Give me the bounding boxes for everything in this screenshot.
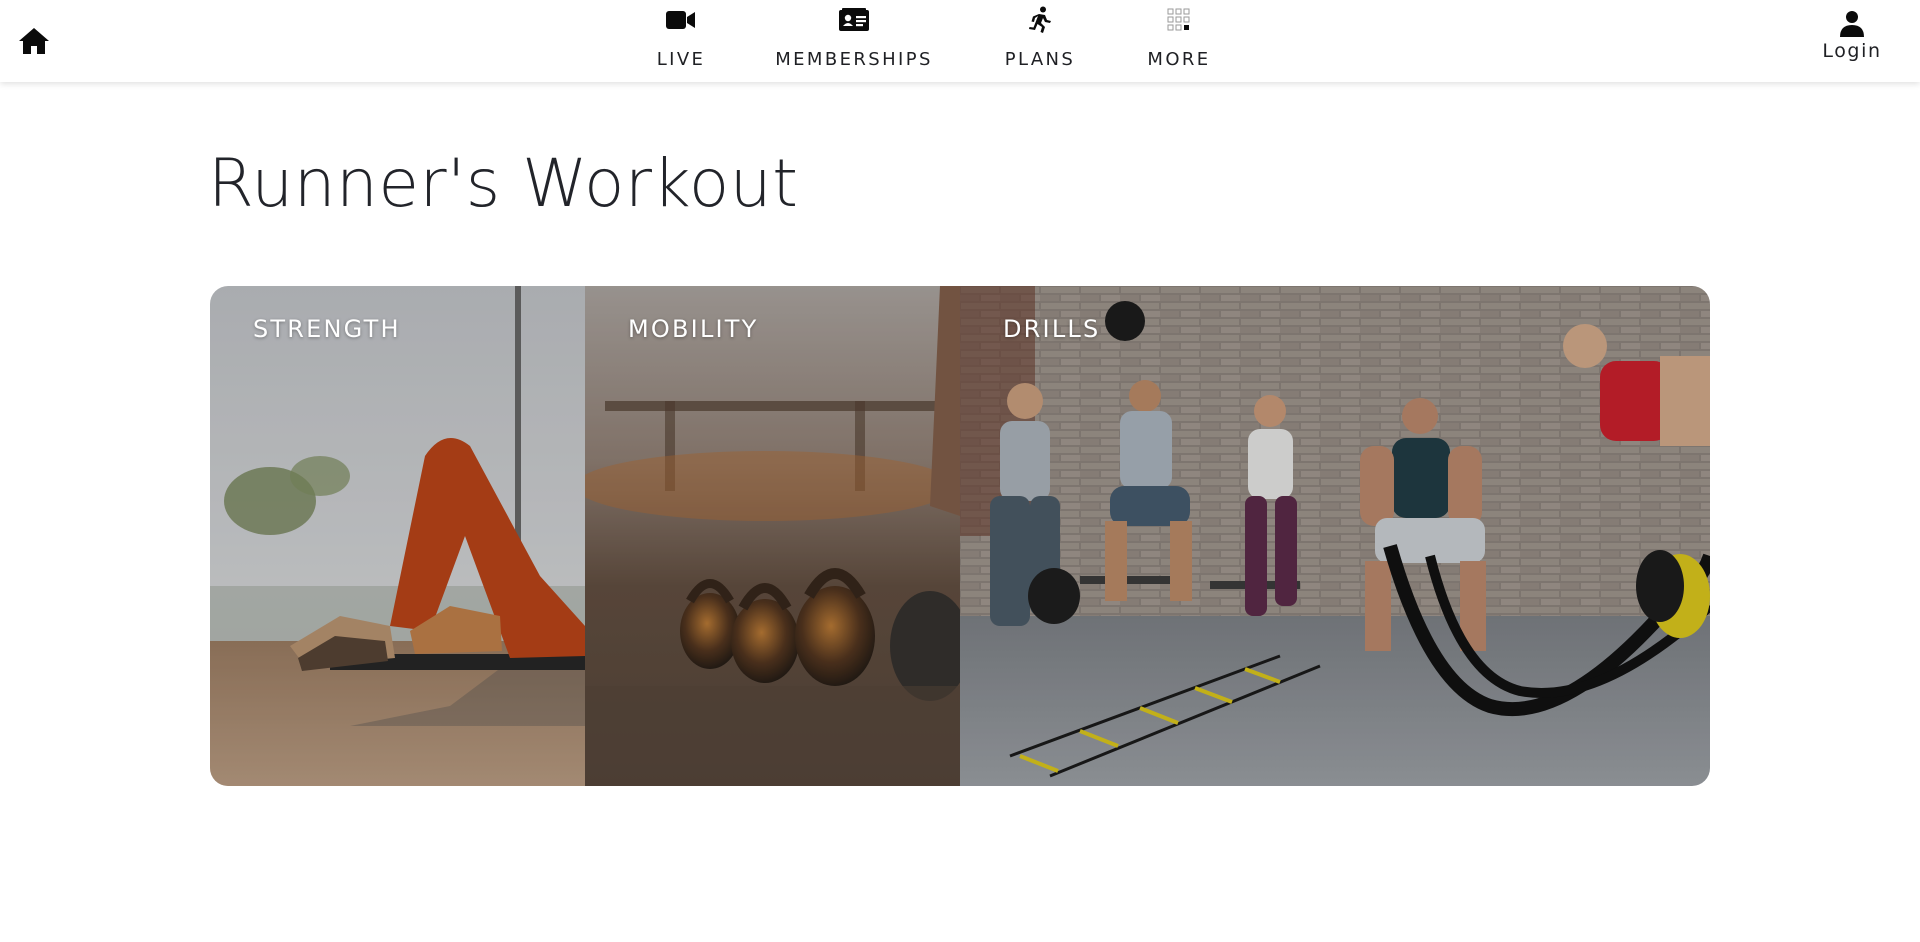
nav-item-more[interactable]: MORE (1142, 6, 1216, 72)
nav-item-plans[interactable]: PLANS (1001, 6, 1079, 72)
grid-icon (1167, 6, 1191, 34)
video-camera-icon (666, 6, 696, 34)
main-nav: LIVE MEMBERSHIPS PLANS MORE (0, 0, 1920, 82)
nav-item-memberships[interactable]: MEMBERSHIPS (771, 6, 937, 72)
card-label-mobility: MOBILITY (628, 315, 759, 343)
login-label: Login (1822, 40, 1882, 62)
card-label-strength: STRENGTH (253, 315, 401, 343)
id-card-icon (839, 6, 869, 34)
nav-label-more: MORE (1147, 49, 1211, 70)
login-button[interactable]: Login (1804, 10, 1900, 70)
nav-label-plans: PLANS (1004, 49, 1076, 70)
card-mobility[interactable]: MOBILITY (585, 286, 960, 786)
nav-label-live: LIVE (656, 49, 706, 70)
card-label-drills: DRILLS (1003, 315, 1101, 343)
workout-category-cards: STRENGTH MOBILITY DRILLS (210, 286, 1710, 786)
user-icon (1840, 11, 1864, 37)
running-person-icon (1028, 6, 1052, 34)
nav-label-memberships: MEMBERSHIPS (775, 49, 933, 70)
card-strength[interactable]: STRENGTH (210, 286, 585, 786)
nav-item-live[interactable]: LIVE (649, 6, 713, 72)
card-drills[interactable]: DRILLS (960, 286, 1710, 786)
page-title: Runner's Workout (208, 145, 799, 222)
top-navbar: LIVE MEMBERSHIPS PLANS MORE Login (0, 0, 1920, 82)
